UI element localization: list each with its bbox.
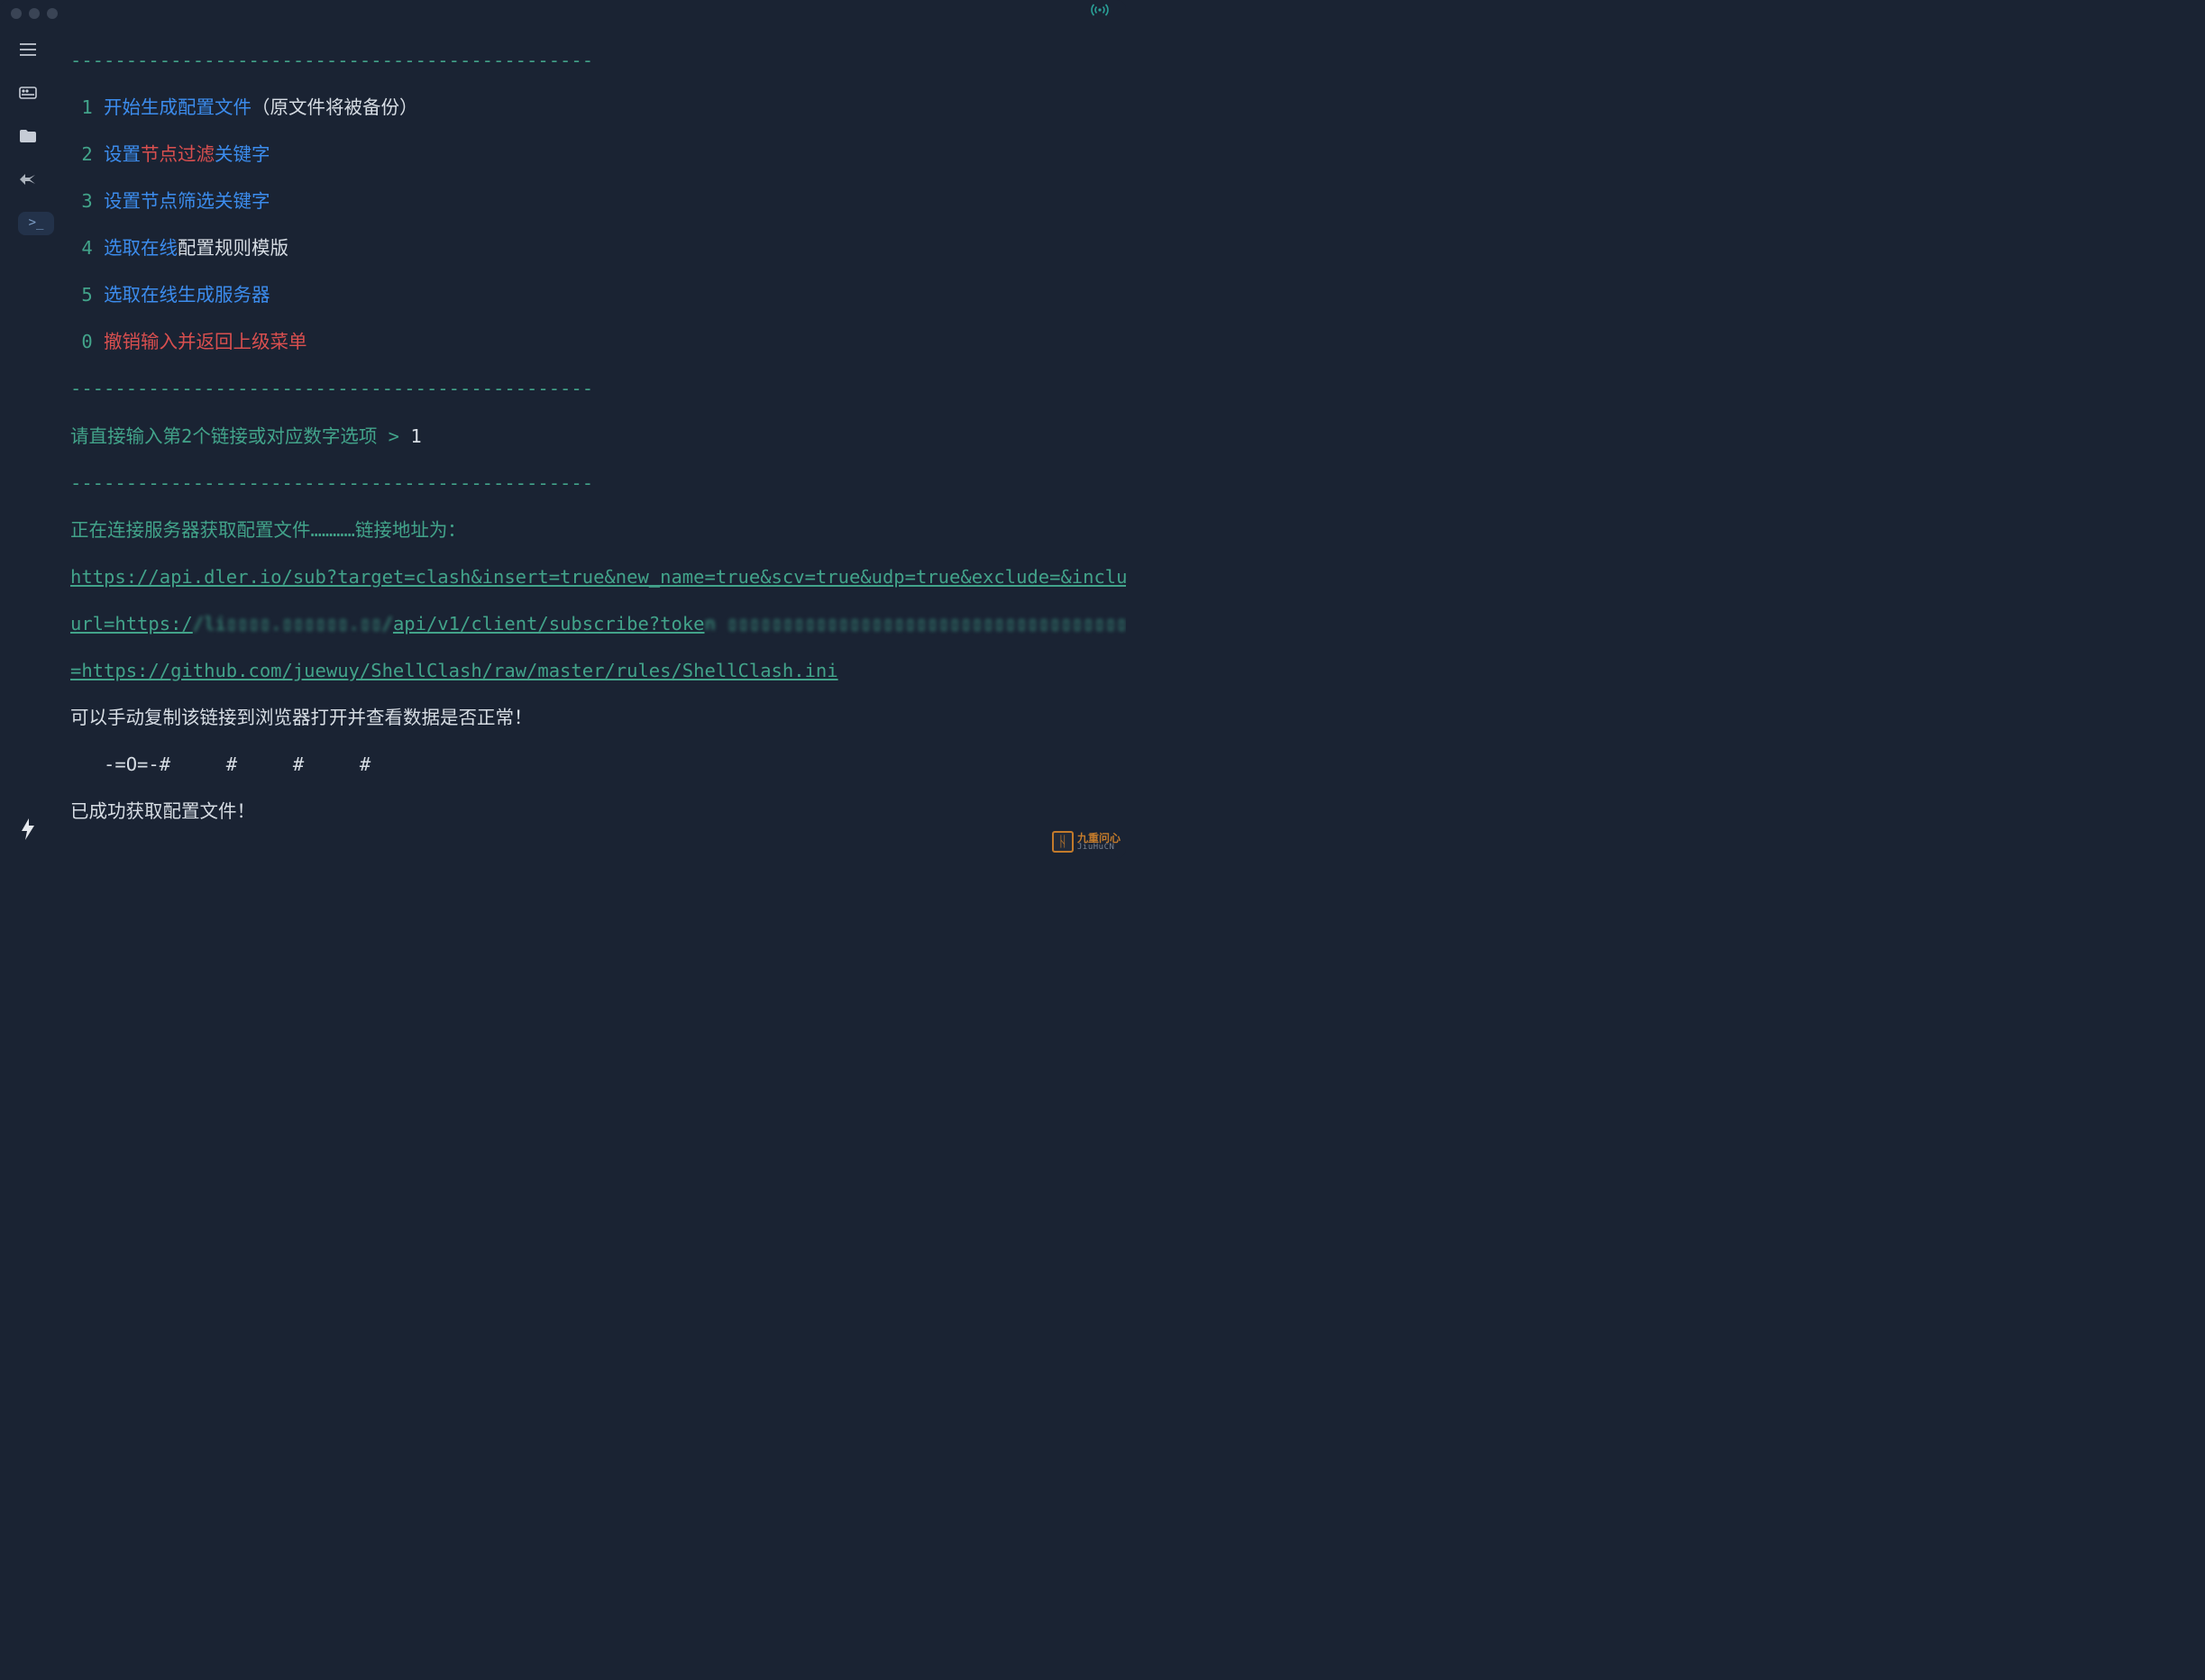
server-icon[interactable] xyxy=(18,83,38,103)
menu-item: 0 撤销输入并返回上级菜单 xyxy=(70,330,1119,353)
watermark-sub: JiuHuCN xyxy=(1077,844,1121,852)
divider: ----------------------------------------… xyxy=(70,49,1119,72)
menu-icon[interactable] xyxy=(18,40,38,59)
sidebar xyxy=(0,22,56,858)
menu-item: 3 设置节点筛选关键字 xyxy=(70,189,1119,213)
close-icon[interactable] xyxy=(11,8,22,19)
watermark-icon: ᚺ xyxy=(1052,831,1074,853)
maximize-icon[interactable] xyxy=(47,8,58,19)
hint-text: 可以手动复制该链接到浏览器打开并查看数据是否正常！ xyxy=(70,706,1119,729)
broadcast-icon[interactable] xyxy=(1090,0,1115,23)
url-line: =https://github.com/juewuy/ShellClash/ra… xyxy=(70,659,1119,682)
terminal-tab[interactable]: >_ xyxy=(18,212,54,235)
menu-item: 5 选取在线生成服务器 xyxy=(70,283,1119,306)
terminal-tab-label: >_ xyxy=(29,215,44,232)
progress-line: -=O=-# # # # xyxy=(70,753,1119,776)
menu-item: 2 设置节点过滤关键字 xyxy=(70,142,1119,166)
url-line: https://api.dler.io/sub?target=clash&ins… xyxy=(70,565,1119,589)
send-icon[interactable] xyxy=(18,169,38,189)
prompt-line: 请直接输入第2个链接或对应数字选项 > 1 xyxy=(70,425,1119,448)
divider: ----------------------------------------… xyxy=(70,846,1119,858)
status-text: 正在连接服务器获取配置文件…………链接地址为： xyxy=(70,518,1119,542)
window-controls xyxy=(11,3,58,19)
folder-icon[interactable] xyxy=(18,126,38,146)
status-text: 已成功获取配置文件！ xyxy=(70,799,1119,823)
quick-action-icon[interactable] xyxy=(10,811,46,847)
menu-item: 4 选取在线配置规则模版 xyxy=(70,236,1119,260)
user-input: 1 xyxy=(410,425,421,447)
divider: ----------------------------------------… xyxy=(70,377,1119,400)
url-line: url=https://li▯▯▯▯.▯▯▯▯▯▯.▯▯/api/v1/clie… xyxy=(70,612,1119,635)
watermark: ᚺ 九重问心 JiuHuCN xyxy=(1052,831,1121,853)
terminal-output[interactable]: ----------------------------------------… xyxy=(56,22,1126,858)
watermark-title: 九重问心 xyxy=(1077,833,1121,844)
minimize-icon[interactable] xyxy=(29,8,40,19)
menu-item: 1 开始生成配置文件（原文件将被备份） xyxy=(70,96,1119,119)
app-window: >_ -------------------------------------… xyxy=(0,0,1126,858)
divider: ----------------------------------------… xyxy=(70,471,1119,495)
titlebar xyxy=(0,0,1126,22)
